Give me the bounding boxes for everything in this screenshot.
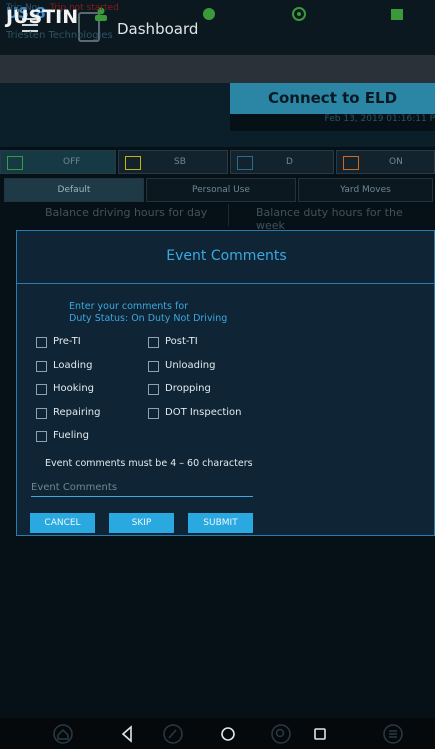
cancel-button[interactable]: CANCEL — [30, 513, 95, 533]
repairing-label: Repairing — [53, 407, 101, 418]
loading-checkbox[interactable] — [36, 361, 47, 372]
post-ti-checkbox[interactable] — [148, 337, 159, 348]
dialog-title: Event Comments — [166, 248, 287, 264]
status-on-label: ON — [389, 157, 403, 167]
fueling-checkbox[interactable] — [36, 431, 47, 442]
pre-ti-checkbox[interactable] — [36, 337, 47, 348]
event-comments-dialog: Event Comments Enter your comments for D… — [16, 230, 435, 536]
system-nav-bar — [0, 718, 435, 749]
search-app-icon[interactable] — [270, 724, 292, 744]
home-icon[interactable] — [220, 724, 236, 744]
list-app-icon[interactable] — [382, 724, 404, 744]
mode-default-button[interactable]: Default — [4, 178, 144, 202]
trip-label: Trip No: — [6, 3, 41, 13]
dropping-checkbox[interactable] — [148, 384, 159, 395]
home-app-icon[interactable] — [52, 724, 74, 744]
sleeper-berth-icon — [125, 156, 141, 170]
event-comments-input[interactable] — [31, 478, 253, 497]
steering-wheel-icon — [292, 7, 306, 21]
unloading-checkbox[interactable] — [148, 361, 159, 372]
dot-inspection-checkbox[interactable] — [148, 408, 159, 419]
status-d-button[interactable]: D — [230, 150, 334, 174]
repairing-checkbox[interactable] — [36, 408, 47, 419]
vehicle-status-icon — [203, 8, 215, 20]
submit-button[interactable]: SUBMIT — [188, 513, 253, 533]
driving-icon — [237, 156, 253, 170]
connect-eld-button[interactable]: Connect to ELD — [230, 83, 435, 114]
trip-row — [0, 131, 435, 147]
company-name: Triesten Technologies — [6, 30, 113, 41]
dialog-duty-status: Duty Status: On Duty Not Driving — [69, 313, 228, 324]
fueling-label: Fueling — [53, 430, 89, 441]
driver-panel — [0, 83, 230, 131]
on-duty-icon — [343, 156, 359, 170]
comment-length-hint: Event comments must be 4 – 60 characters — [45, 458, 253, 469]
hooking-checkbox[interactable] — [36, 384, 47, 395]
status-on-button[interactable]: ON — [336, 150, 435, 174]
trip-value: Trip not started — [50, 3, 119, 13]
dialog-divider — [17, 283, 435, 284]
status-off-label: OFF — [63, 157, 81, 167]
edit-app-icon[interactable] — [162, 724, 184, 744]
loading-label: Loading — [53, 360, 93, 371]
status-sb-button[interactable]: SB — [118, 150, 228, 174]
status-d-label: D — [286, 157, 293, 167]
mode-yard-moves-button[interactable]: Yard Moves — [298, 178, 433, 202]
page-title: Dashboard — [117, 20, 199, 38]
dropping-label: Dropping — [165, 383, 211, 394]
datetime: Feb 13, 2019 01:16:11 P — [324, 114, 435, 124]
duty-status-row: OFF SB D ON — [0, 150, 435, 174]
off-duty-icon — [7, 156, 23, 170]
pre-ti-label: Pre-TI — [53, 336, 81, 347]
dot-inspection-label: DOT Inspection — [165, 407, 242, 418]
hooking-label: Hooking — [53, 383, 95, 394]
balance-driving-label: Balance driving hours for day — [45, 206, 208, 219]
post-ti-label: Post-TI — [165, 336, 198, 347]
divider — [228, 204, 229, 226]
dialog-prompt: Enter your comments for — [69, 301, 189, 312]
mode-personal-use-button[interactable]: Personal Use — [146, 178, 296, 202]
unit-row — [0, 55, 435, 83]
calendar-icon — [391, 9, 403, 20]
skip-button[interactable]: SKIP — [109, 513, 174, 533]
status-off-button[interactable]: OFF — [0, 150, 116, 174]
recents-icon[interactable] — [312, 724, 328, 744]
back-icon[interactable] — [120, 724, 134, 744]
unloading-label: Unloading — [165, 360, 216, 371]
status-sb-label: SB — [174, 157, 186, 167]
balance-duty-label: Balance duty hours for the week — [256, 206, 403, 232]
